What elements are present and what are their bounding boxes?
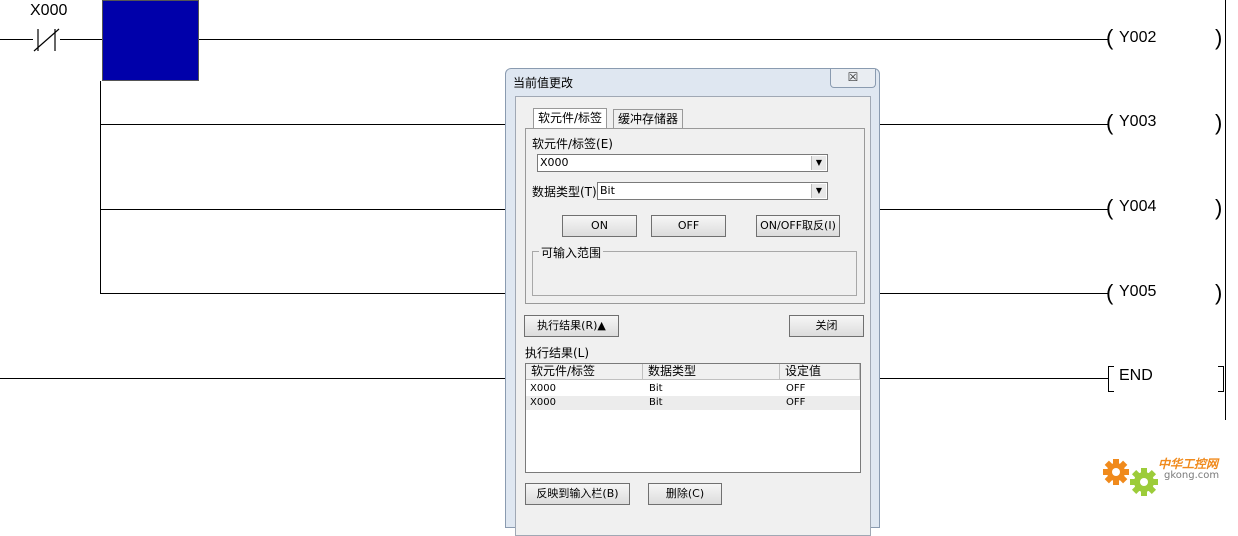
coil-open-paren: (	[1106, 110, 1114, 135]
cell-device: X000	[530, 383, 556, 394]
coil-close-paren: )	[1215, 280, 1223, 305]
close-button[interactable]: 关闭	[789, 315, 864, 337]
input-range-title: 可输入范围	[539, 244, 604, 261]
coil-close-paren: )	[1215, 110, 1223, 135]
cell-device: X000	[530, 397, 556, 408]
branch-wire	[100, 81, 101, 294]
cell-datatype: Bit	[649, 383, 663, 394]
datatype-field-label: 数据类型(T)	[532, 185, 597, 199]
delete-button[interactable]: 删除(C)	[648, 483, 722, 505]
on-button[interactable]: ON	[562, 215, 637, 237]
column-header-setvalue[interactable]: 设定值	[780, 364, 860, 380]
tab-device-label[interactable]: 软元件/标签	[533, 108, 608, 129]
nc-contact-symbol[interactable]	[33, 28, 61, 52]
dialog-title: 当前值更改	[513, 76, 574, 90]
right-power-rail	[1225, 0, 1226, 420]
coil-label[interactable]: Y003	[1119, 113, 1156, 131]
device-combobox[interactable]: X000 ▼	[537, 154, 828, 172]
list-item[interactable]: X000 Bit OFF	[526, 396, 860, 410]
datatype-combobox[interactable]: Bit ▼	[597, 182, 828, 200]
toggle-on-off-button[interactable]: ON/OFF取反(I)	[756, 215, 840, 237]
rung-wire	[0, 39, 33, 40]
coil-open-paren: (	[1106, 195, 1114, 220]
chevron-down-icon[interactable]: ▼	[811, 156, 826, 170]
cell-setvalue: OFF	[786, 397, 806, 408]
end-instruction[interactable]: END	[1119, 367, 1153, 385]
contact-label: X000	[30, 2, 68, 19]
coil-label[interactable]: Y005	[1119, 283, 1156, 301]
chevron-down-icon[interactable]: ▼	[811, 184, 826, 198]
cell-datatype: Bit	[649, 397, 663, 408]
end-bracket-left	[1108, 366, 1114, 392]
rung-wire	[60, 39, 1108, 40]
coil-close-paren: )	[1215, 195, 1223, 220]
rung-wire	[100, 124, 505, 125]
coil-close-paren: )	[1215, 25, 1223, 50]
rung-wire	[880, 209, 1108, 210]
rung-wire	[100, 293, 505, 294]
rung-wire	[100, 209, 505, 210]
rung-wire	[880, 378, 1108, 379]
end-bracket-right	[1218, 366, 1224, 392]
current-value-change-dialog: 当前值更改 ☒ 软元件/标签 缓冲存储器 软元件/标签(E) X000 ▼ 数据…	[505, 68, 880, 536]
rung-wire	[0, 378, 505, 379]
coil-open-paren: (	[1106, 280, 1114, 305]
tab-buffer-memory[interactable]: 缓冲存储器	[613, 109, 684, 128]
dialog-client-area: 软元件/标签 缓冲存储器 软元件/标签(E) X000 ▼ 数据类型(T) Bi…	[515, 96, 871, 536]
rung-wire	[880, 293, 1108, 294]
watermark-logo: 中华工控网 gkong.com	[1100, 450, 1238, 505]
watermark-url: gkong.com	[1164, 470, 1220, 481]
reflect-to-input-button[interactable]: 反映到输入栏(B)	[525, 483, 630, 505]
list-item[interactable]: X000 Bit OFF	[526, 382, 860, 396]
column-header-datatype[interactable]: 数据类型	[643, 364, 780, 380]
cell-setvalue: OFF	[786, 383, 806, 394]
cursor-selection-block[interactable]	[102, 0, 199, 81]
tab-panel: 软元件/标签(E) X000 ▼ 数据类型(T) Bit ▼ ON OFF ON…	[525, 128, 865, 304]
result-list-label: 执行结果(L)	[525, 346, 590, 360]
off-button[interactable]: OFF	[651, 215, 726, 237]
rung-wire	[880, 124, 1108, 125]
column-header-device[interactable]: 软元件/标签	[526, 364, 643, 380]
device-field-label: 软元件/标签(E)	[532, 137, 613, 151]
datatype-value: Bit	[600, 184, 615, 197]
result-list[interactable]: 软元件/标签 数据类型 设定值 X000 Bit OFF X000 Bit OF…	[525, 363, 861, 473]
result-toggle-button[interactable]: 执行结果(R)▲	[524, 315, 619, 337]
coil-label[interactable]: Y002	[1119, 29, 1156, 47]
coil-label[interactable]: Y004	[1119, 198, 1156, 216]
input-range-group: 可输入范围	[532, 244, 857, 296]
close-icon[interactable]: ☒	[830, 69, 876, 88]
coil-open-paren: (	[1106, 25, 1114, 50]
device-value: X000	[540, 156, 569, 169]
